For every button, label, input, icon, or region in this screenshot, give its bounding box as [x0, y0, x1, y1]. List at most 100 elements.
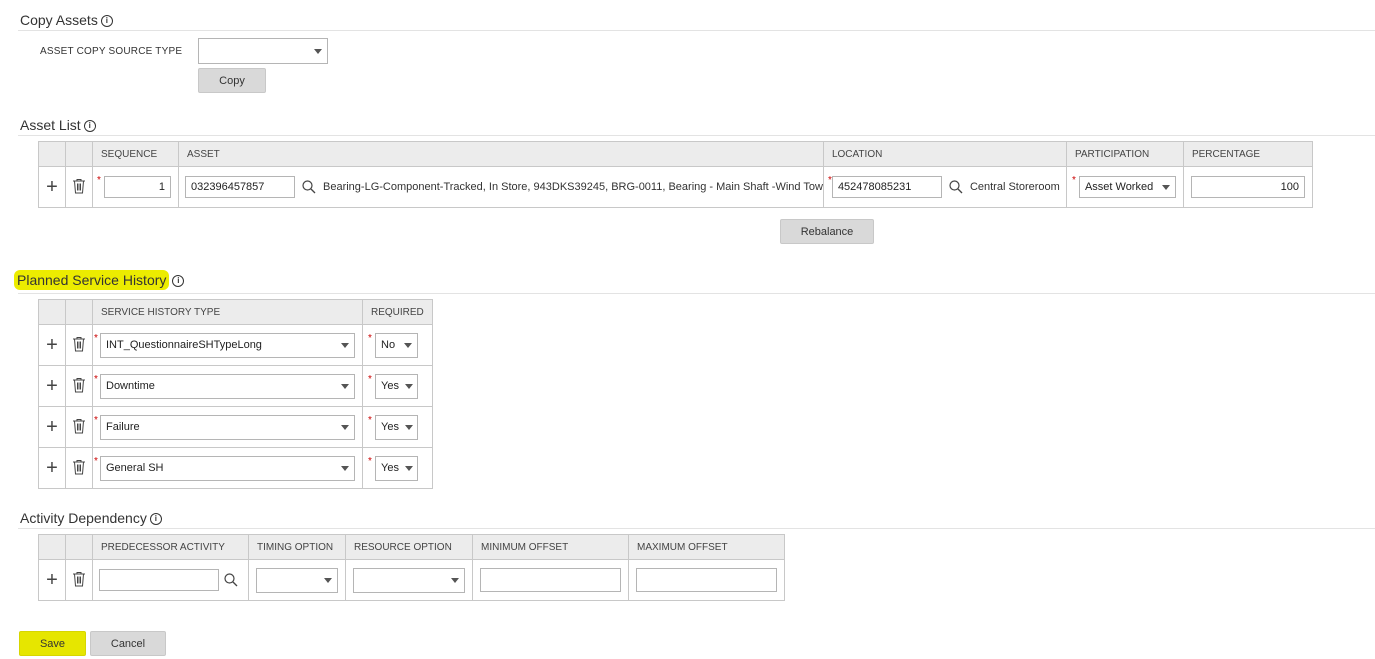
required-select[interactable]: No [375, 332, 418, 358]
add-row-cell: + [38, 559, 66, 601]
service-history-type-cell: * General SH [92, 447, 363, 489]
column-header-timing-option: TIMING OPTION [248, 534, 346, 560]
plus-icon[interactable]: + [46, 569, 58, 591]
header-blank [38, 299, 66, 325]
asset-code-value: 032396457857 [191, 181, 265, 193]
resource-option-cell [345, 559, 473, 601]
column-header-location: LOCATION [822, 141, 1067, 167]
asset-copy-source-type-select[interactable] [198, 38, 328, 64]
trash-icon[interactable] [72, 418, 86, 434]
required-select[interactable]: Yes [375, 455, 418, 481]
trash-icon[interactable] [72, 459, 86, 475]
delete-row-cell [65, 324, 93, 366]
required-marker: * [94, 333, 98, 344]
info-icon[interactable]: i [172, 275, 185, 287]
maximum-offset-input[interactable] [636, 568, 777, 592]
required-cell: * Yes [362, 365, 433, 407]
trash-icon[interactable] [72, 336, 86, 352]
table-row: + * General SH * Yes [38, 447, 433, 489]
header-blank [65, 141, 93, 167]
required-marker: * [827, 175, 832, 186]
percentage-cell: 100 [1182, 166, 1313, 208]
chevron-down-icon [404, 465, 413, 471]
table-header-row: PREDECESSOR ACTIVITY TIMING OPTION RESOU… [38, 534, 785, 560]
delete-row-cell [65, 166, 93, 208]
chevron-down-icon [1161, 184, 1170, 190]
plus-icon[interactable]: + [46, 176, 58, 198]
plus-icon[interactable]: + [46, 457, 58, 479]
chevron-down-icon [451, 577, 459, 583]
column-header-service-history-type: SERVICE HISTORY TYPE [92, 299, 363, 325]
save-button[interactable]: Save [19, 631, 86, 656]
required-marker: * [94, 374, 98, 385]
resource-option-select[interactable] [353, 567, 465, 593]
info-icon[interactable]: i [100, 15, 113, 27]
info-icon[interactable]: i [83, 120, 96, 132]
activity-dependency-title-text: Activity Dependency [20, 510, 147, 526]
table-row: + [38, 559, 785, 601]
sequence-cell: * 1 [92, 166, 179, 208]
asset-copy-source-type-label: ASSET COPY SOURCE TYPE [40, 46, 183, 57]
rebalance-button[interactable]: Rebalance [780, 219, 874, 244]
planned-service-history-title: Planned Service History i [14, 270, 185, 290]
trash-icon[interactable] [72, 377, 86, 393]
required-select[interactable]: Yes [375, 414, 418, 440]
table-row: + * Failure * Yes [38, 406, 433, 448]
timing-option-select[interactable] [256, 567, 338, 593]
add-row-cell: + [38, 406, 66, 448]
column-header-percentage: PERCENTAGE [1182, 141, 1313, 167]
column-header-asset: ASSET [178, 141, 824, 167]
activity-dependency-table: PREDECESSOR ACTIVITY TIMING OPTION RESOU… [38, 534, 785, 601]
divider [18, 528, 1375, 529]
location-code-value: 452478085231 [837, 181, 912, 193]
service-history-type-cell: * INT_QuestionnaireSHTypeLong [92, 324, 363, 366]
chevron-down-icon [404, 342, 412, 348]
info-icon[interactable]: i [149, 513, 162, 525]
service-history-type-value: Downtime [106, 380, 155, 392]
table-header-row: SERVICE HISTORY TYPE REQUIRED [38, 299, 433, 325]
asset-list-title: Asset List i [20, 117, 96, 133]
service-history-type-select[interactable]: INT_QuestionnaireSHTypeLong [100, 332, 355, 358]
sequence-input[interactable]: 1 [104, 176, 171, 198]
chevron-down-icon [341, 383, 349, 389]
required-select[interactable]: Yes [375, 373, 418, 399]
cancel-button[interactable]: Cancel [90, 631, 166, 656]
planned-service-history-title-text: Planned Service History [14, 270, 170, 290]
participation-value: Asset Worked [1084, 181, 1154, 193]
add-row-cell: + [38, 365, 66, 407]
activity-dependency-title: Activity Dependency i [20, 510, 162, 526]
required-cell: * No [362, 324, 433, 366]
service-history-type-select[interactable]: General SH [100, 455, 355, 481]
predecessor-activity-input[interactable] [99, 569, 219, 591]
column-header-participation: PARTICIPATION [1065, 141, 1184, 167]
asset-description: Bearing-LG-Component-Tracked, In Store, … [323, 181, 823, 193]
service-history-type-select[interactable]: Failure [100, 414, 355, 440]
required-cell: * Yes [362, 406, 433, 448]
copy-assets-title-text: Copy Assets [20, 12, 98, 28]
required-marker: * [368, 374, 372, 385]
plus-icon[interactable]: + [46, 334, 58, 356]
chevron-down-icon [314, 48, 322, 54]
plus-icon[interactable]: + [46, 375, 58, 397]
asset-list-title-text: Asset List [20, 117, 81, 133]
percentage-input[interactable]: 100 [1190, 176, 1305, 198]
search-icon[interactable] [948, 179, 964, 195]
delete-row-cell [65, 447, 93, 489]
participation-select[interactable]: Asset Worked [1078, 176, 1176, 198]
search-icon[interactable] [301, 179, 317, 195]
column-header-required: REQUIRED [362, 299, 433, 325]
required-marker: * [94, 456, 98, 467]
service-history-type-value: Failure [106, 421, 140, 433]
table-row: + * 1 032396457857 Bearing-LG-Component-… [38, 166, 1313, 208]
required-marker: * [368, 333, 372, 344]
table-header-row: SEQUENCE ASSET LOCATION PARTICIPATION PE… [38, 141, 1313, 167]
location-input[interactable]: 452478085231 [831, 176, 942, 198]
trash-icon[interactable] [72, 571, 86, 587]
service-history-type-select[interactable]: Downtime [100, 373, 355, 399]
copy-button[interactable]: Copy [198, 68, 266, 93]
trash-icon[interactable] [72, 178, 86, 194]
minimum-offset-input[interactable] [480, 568, 621, 592]
asset-input[interactable]: 032396457857 [185, 176, 295, 198]
search-icon[interactable] [223, 572, 239, 588]
plus-icon[interactable]: + [46, 416, 58, 438]
